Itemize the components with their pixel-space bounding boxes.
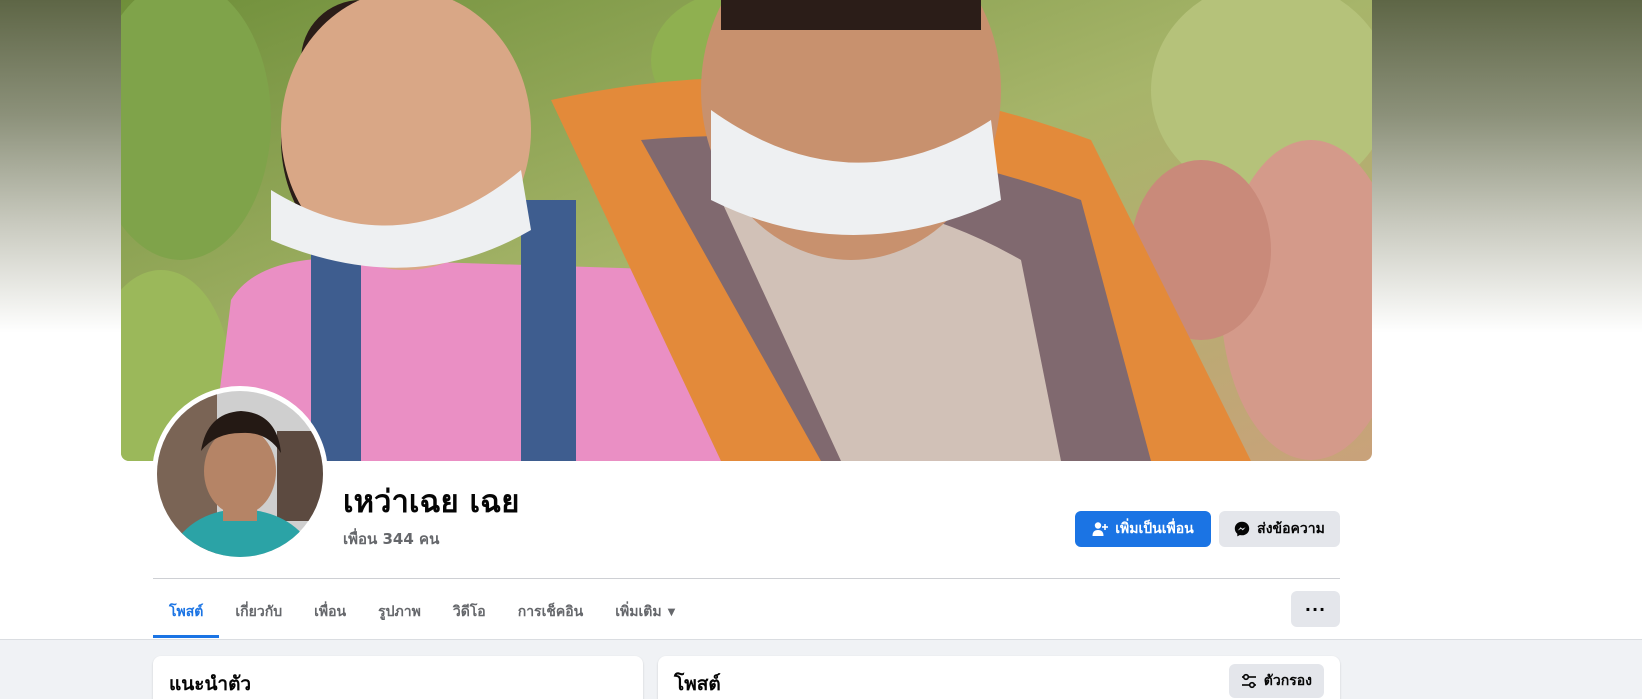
tab-label: เพื่อน [314, 604, 347, 620]
tab-friends[interactable]: เพื่อน [298, 586, 362, 638]
message-label: ส่งข้อความ [1257, 521, 1325, 537]
tab-label: รูปภาพ [378, 604, 421, 620]
intro-card: แนะนำตัว [153, 656, 643, 699]
tab-label: เกี่ยวกับ [235, 604, 283, 620]
filter-label: ตัวกรอง [1263, 673, 1312, 689]
person-add-icon [1092, 522, 1109, 536]
avatar [157, 391, 323, 557]
tab-label: วิดีโอ [452, 604, 486, 620]
tab-photos[interactable]: รูปภาพ [362, 586, 437, 638]
add-friend-label: เพิ่มเป็นเพื่อน [1115, 521, 1194, 537]
tab-posts[interactable]: โพสต์ [153, 586, 220, 638]
filter-button[interactable]: ตัวกรอง [1228, 664, 1324, 698]
tab-label: เพิ่มเติม [615, 604, 662, 620]
tab-about[interactable]: เกี่ยวกับ [219, 586, 298, 638]
profile-picture[interactable] [152, 386, 328, 562]
filter-sliders-icon [1241, 673, 1256, 689]
profile-name: เหว่าเฉย เฉย [343, 484, 520, 520]
cover-photo-image [121, 0, 1372, 461]
tab-label: โพสต์ [169, 604, 204, 620]
tab-videos[interactable]: วิดีโอ [437, 586, 502, 638]
tab-checkins[interactable]: การเช็คอิน [502, 586, 600, 638]
tab-more[interactable]: เพิ่มเติม ▼ [599, 586, 691, 638]
posts-card-title: โพสต์ [674, 673, 721, 695]
header-bottom-border [0, 639, 1642, 640]
caret-down-icon: ▼ [667, 606, 676, 618]
cover-photo[interactable] [121, 0, 1372, 461]
header-divider [153, 578, 1340, 579]
posts-card: โพสต์ ตัวกรอง [658, 656, 1340, 699]
add-friend-button[interactable]: เพิ่มเป็นเพื่อน [1075, 511, 1211, 547]
intro-card-title: แนะนำตัว [169, 673, 252, 695]
message-button[interactable]: ส่งข้อความ [1219, 511, 1340, 547]
messenger-icon [1234, 521, 1250, 537]
profile-tabs: โพสต์ เกี่ยวกับ เพื่อน รูปภาพ วิดีโอ การ… [153, 586, 691, 638]
tab-label: การเช็คอิน [517, 604, 584, 620]
friend-count[interactable]: เพื่อน 344 คน [343, 527, 439, 551]
more-options-button[interactable]: ··· [1291, 591, 1340, 627]
